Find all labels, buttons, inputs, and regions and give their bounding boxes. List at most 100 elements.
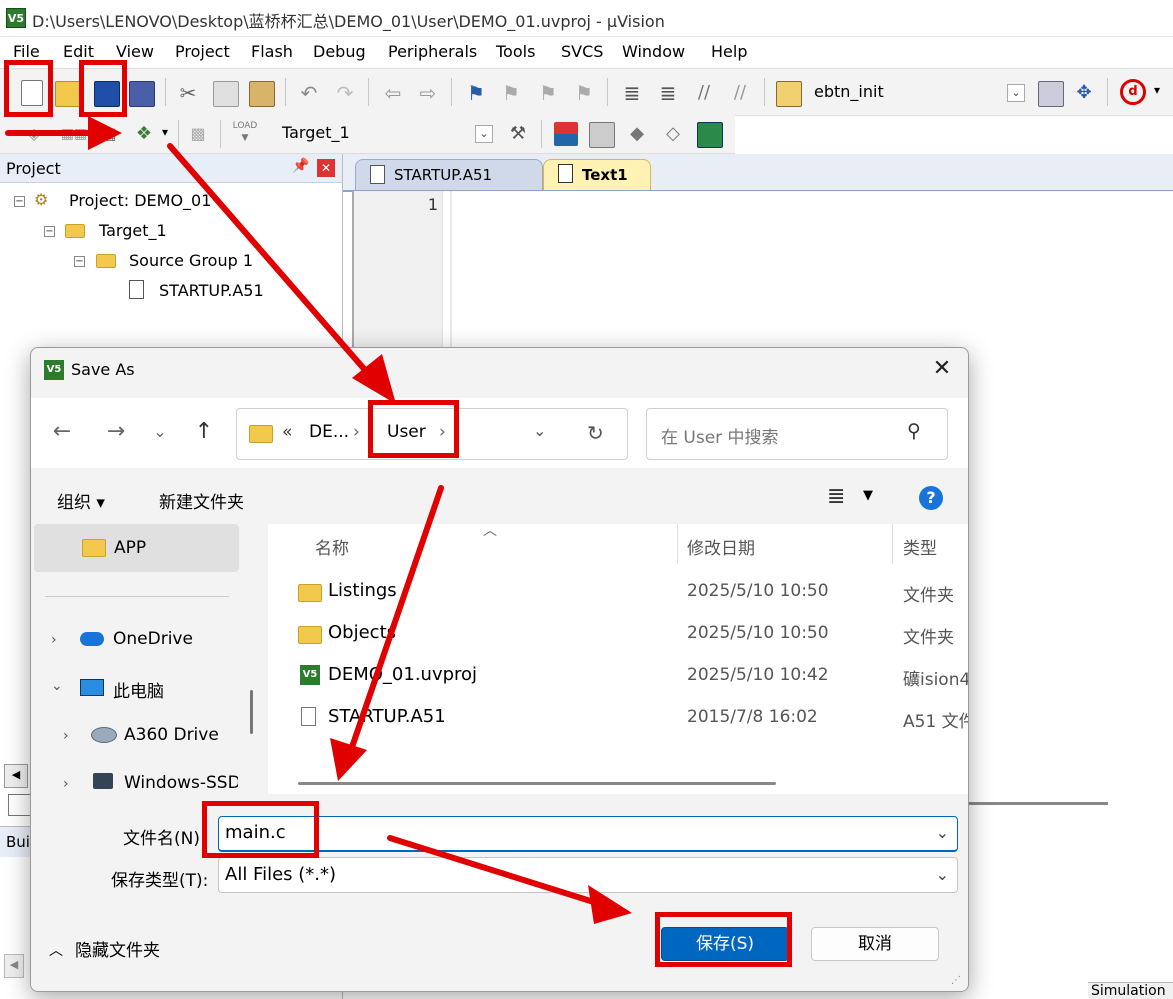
tab-startup[interactable]: STARTUP.A51 bbox=[355, 159, 543, 190]
expand-chevron-icon[interactable]: › bbox=[63, 776, 69, 792]
menu-svcs[interactable]: SVCS bbox=[561, 42, 603, 61]
rebuild-icon[interactable]: ▦ bbox=[97, 122, 121, 146]
collapse-icon[interactable]: − bbox=[44, 226, 55, 237]
horizontal-scrollbar[interactable] bbox=[298, 782, 776, 785]
tree-target[interactable]: Target_1 bbox=[99, 221, 167, 240]
debug-dropdown-icon[interactable]: ▾ bbox=[1154, 83, 1160, 97]
up-arrow-icon[interactable]: ↑ bbox=[189, 418, 219, 448]
unindent-icon[interactable]: ≣ bbox=[656, 81, 680, 105]
comment-icon[interactable]: // bbox=[692, 81, 716, 105]
filename-input[interactable]: main.c ⌄ bbox=[218, 816, 958, 852]
load-icon[interactable]: LOAD ▼ bbox=[232, 120, 258, 144]
menu-debug[interactable]: Debug bbox=[313, 42, 366, 61]
close-icon[interactable]: ✕ bbox=[317, 159, 335, 177]
collapse-icon[interactable]: − bbox=[74, 256, 85, 267]
prev-bookmark-icon[interactable]: ⚑ bbox=[499, 81, 523, 105]
cancel-button[interactable]: 取消 bbox=[811, 927, 939, 961]
tools-icon[interactable]: ✥ bbox=[1072, 81, 1096, 105]
open-folder-icon[interactable] bbox=[55, 81, 81, 107]
breadcrumb-demo[interactable]: DE... bbox=[309, 422, 349, 442]
menu-tools[interactable]: Tools bbox=[496, 42, 535, 61]
view-options-icon[interactable]: ≣ bbox=[827, 484, 845, 509]
chevron-down-icon[interactable]: ⌄ bbox=[1007, 84, 1025, 102]
column-divider[interactable] bbox=[892, 524, 893, 564]
stop-build-icon[interactable]: ▩ bbox=[186, 122, 210, 146]
tab-text1[interactable]: Text1 bbox=[543, 159, 651, 190]
scroll-left-icon[interactable]: ◀ bbox=[4, 954, 24, 978]
collapse-icon[interactable]: − bbox=[14, 196, 25, 207]
menu-edit[interactable]: Edit bbox=[63, 42, 94, 61]
filetype-select[interactable]: All Files (*.*) ⌄ bbox=[218, 857, 958, 893]
hide-folders-toggle[interactable]: 隐藏文件夹 bbox=[75, 936, 160, 961]
back-arrow-icon[interactable]: ← bbox=[47, 418, 77, 448]
clear-bookmarks-icon[interactable]: ⚑ bbox=[572, 81, 596, 105]
translate-icon[interactable]: ◈ bbox=[22, 122, 46, 146]
new-folder-button[interactable]: 新建文件夹 bbox=[159, 488, 244, 513]
menu-flash[interactable]: Flash bbox=[251, 42, 293, 61]
column-divider[interactable] bbox=[677, 524, 678, 564]
debug-start-icon[interactable]: d bbox=[1120, 79, 1146, 105]
file-row-startup[interactable]: STARTUP.A51 2015/7/8 16:02 A51 文件 bbox=[268, 698, 968, 740]
target-options-icon[interactable]: ⚒ bbox=[506, 122, 530, 146]
sidebar-item-this-pc[interactable]: 此电脑 bbox=[113, 677, 164, 702]
tree-project[interactable]: Project: DEMO_01 bbox=[69, 191, 211, 210]
sidebar-scrollbar[interactable] bbox=[250, 690, 253, 734]
menu-file[interactable]: File bbox=[13, 42, 40, 61]
expand-chevron-icon[interactable]: › bbox=[63, 728, 69, 744]
select-packs-icon[interactable]: ◇ bbox=[661, 122, 685, 146]
function-combo-text[interactable]: ebtn_init bbox=[814, 82, 884, 101]
sidebar-item-windows-ssd[interactable]: Windows-SSD bbox=[124, 773, 238, 793]
sidebar-item-a360[interactable]: A360 Drive bbox=[124, 725, 219, 745]
column-header-name[interactable]: 名称 bbox=[315, 534, 349, 559]
save-all-icon[interactable] bbox=[129, 81, 155, 107]
sidebar-item-onedrive[interactable]: OneDrive bbox=[113, 629, 193, 649]
build-icon[interactable]: ▦▦ bbox=[58, 122, 90, 146]
chevron-down-icon[interactable]: ⌄ bbox=[475, 125, 493, 143]
next-bookmark-icon[interactable]: ⚑ bbox=[536, 81, 560, 105]
expand-chevron-icon[interactable]: › bbox=[51, 632, 57, 648]
collapse-chevron-icon[interactable]: ⌄ bbox=[51, 678, 63, 694]
search-icon[interactable]: ⚲ bbox=[907, 420, 921, 442]
uncomment-icon[interactable]: // bbox=[728, 81, 752, 105]
copy-icon[interactable] bbox=[213, 81, 239, 107]
pin-icon[interactable]: 📌 bbox=[292, 158, 309, 174]
help-icon[interactable]: ? bbox=[919, 486, 943, 510]
tree-file[interactable]: STARTUP.A51 bbox=[159, 281, 264, 300]
paste-icon[interactable] bbox=[249, 81, 275, 107]
bookmark-icon[interactable]: ⚑ bbox=[464, 81, 488, 105]
view-dropdown-icon[interactable]: ▼ bbox=[863, 488, 873, 503]
nav-back-icon[interactable]: ⇦ bbox=[381, 81, 405, 105]
forward-arrow-icon[interactable]: → bbox=[101, 418, 131, 448]
tree-group[interactable]: Source Group 1 bbox=[129, 251, 253, 270]
file-row-objects[interactable]: Objects 2025/5/10 10:50 文件夹 bbox=[268, 614, 968, 656]
configure-icon[interactable] bbox=[1038, 81, 1064, 107]
menu-view[interactable]: View bbox=[116, 42, 154, 61]
organize-button[interactable]: 组织 ▾ bbox=[57, 488, 105, 513]
target-combo-text[interactable]: Target_1 bbox=[282, 123, 350, 142]
nav-forward-icon[interactable]: ⇨ bbox=[416, 81, 440, 105]
menu-peripherals[interactable]: Peripherals bbox=[388, 42, 477, 61]
menu-help[interactable]: Help bbox=[711, 42, 747, 61]
column-header-type[interactable]: 类型 bbox=[903, 534, 937, 559]
chevron-down-icon[interactable]: ⌄ bbox=[936, 858, 949, 892]
scroll-left-icon[interactable]: ◀ bbox=[4, 764, 28, 788]
chevron-down-icon[interactable]: ⌄ bbox=[145, 418, 175, 448]
cut-icon[interactable]: ✂ bbox=[176, 81, 200, 105]
books-tab-icon[interactable] bbox=[8, 794, 32, 816]
chevron-down-icon[interactable]: ⌄ bbox=[533, 421, 546, 440]
undo-icon[interactable]: ↶ bbox=[297, 81, 321, 105]
file-extensions-icon[interactable] bbox=[589, 122, 615, 148]
breadcrumb-overflow[interactable]: « bbox=[282, 422, 292, 442]
close-icon[interactable]: ✕ bbox=[926, 354, 958, 386]
batch-dropdown-icon[interactable]: ▾ bbox=[162, 125, 168, 139]
redo-icon[interactable]: ↷ bbox=[333, 81, 357, 105]
search-box[interactable]: 在 User 中搜索 ⚲ bbox=[646, 408, 948, 460]
column-header-date[interactable]: 修改日期 bbox=[687, 534, 755, 559]
file-row-uvproj[interactable]: V5 DEMO_01.uvproj 2025/5/10 10:42 礦ision… bbox=[268, 656, 968, 698]
menu-window[interactable]: Window bbox=[622, 42, 685, 61]
refresh-icon[interactable]: ↻ bbox=[587, 421, 604, 445]
chevron-down-icon[interactable]: ⌄ bbox=[936, 817, 949, 849]
sidebar-item-app[interactable]: APP bbox=[34, 524, 239, 572]
file-row-listings[interactable]: Listings 2025/5/10 10:50 文件夹 bbox=[268, 572, 968, 614]
rte-icon[interactable] bbox=[697, 122, 723, 148]
